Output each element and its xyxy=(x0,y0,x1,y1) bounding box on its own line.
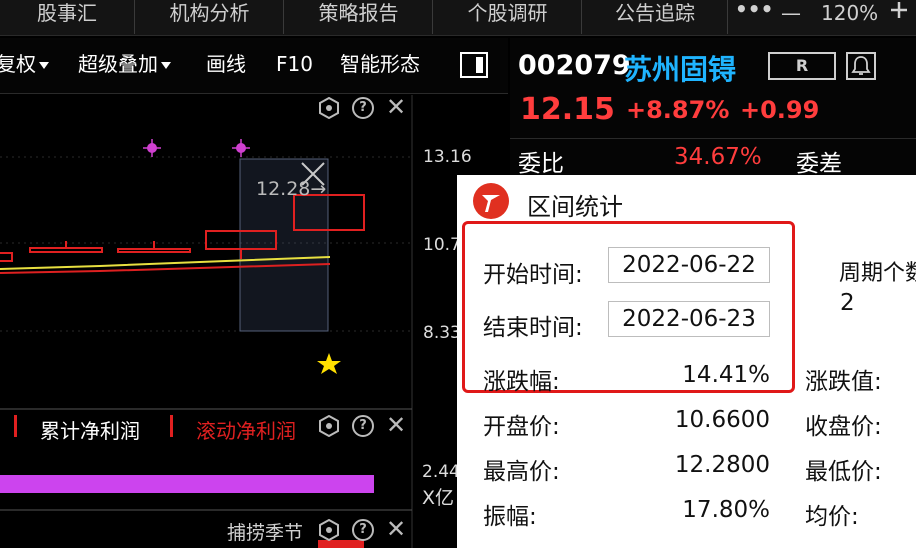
range-high-label: 12.28→ xyxy=(256,178,327,200)
bottom-indicator-bar xyxy=(318,540,364,548)
smart-pattern-button[interactable]: 智能形态 xyxy=(340,51,420,77)
bid-ratio-row: 委比 34.67% 委差 xyxy=(510,138,916,177)
super-overlay-label: 超级叠加 xyxy=(78,52,158,76)
candle xyxy=(29,247,103,253)
bid-ratio-value: 34.67% xyxy=(674,144,762,170)
chevron-down-icon xyxy=(161,62,171,69)
close-price-label: 收盘价: xyxy=(805,414,882,440)
more-button[interactable]: ••• xyxy=(735,0,775,22)
price-axis-label: 10.7 xyxy=(423,235,461,255)
dialog-titlebar[interactable]: 区间统计 xyxy=(457,175,916,225)
plus-icon xyxy=(891,2,907,18)
price-axis-label: 13.16 xyxy=(423,147,472,167)
tab-gushihui[interactable]: 股事汇 xyxy=(0,0,135,34)
bell-icon xyxy=(851,56,871,75)
zoom-in-button[interactable] xyxy=(889,0,916,26)
settings-hex-icon[interactable] xyxy=(318,415,340,437)
change-amount-label: 涨跌值: xyxy=(805,369,882,395)
end-time-label: 结束时间: xyxy=(483,315,583,341)
low-price-label: 最低价: xyxy=(805,459,882,485)
help-icon[interactable]: ? xyxy=(352,415,374,437)
change-value: +0.99 xyxy=(740,96,820,124)
kline-chart-area[interactable]: ? ✕ 13.16 10.7 8.33 12.28→ 累计净利润 滚动净利润 ?… xyxy=(0,95,508,548)
period-count-label: 周期个数 xyxy=(839,261,916,286)
magenta-marker-rays xyxy=(143,139,250,157)
super-overlay-dropdown[interactable]: 超级叠加 xyxy=(78,51,171,77)
interval-stats-dialog: 区间统计 开始时间: 2022-06-22 结束时间: 2022-06-23 涨… xyxy=(457,175,916,548)
panel-toggle-icon[interactable] xyxy=(460,52,488,78)
fuquan-label: 复权 xyxy=(0,52,36,76)
r-button[interactable]: R xyxy=(768,52,836,80)
change-percent: +8.87% xyxy=(626,96,730,124)
open-price-label: 开盘价: xyxy=(483,414,560,440)
start-time-label: 开始时间: xyxy=(483,262,583,288)
f10-button[interactable]: F10 xyxy=(276,51,313,77)
magenta-marker-icon xyxy=(147,143,246,153)
lower-axis-value: 2.44 xyxy=(422,462,460,482)
candle xyxy=(117,248,191,253)
close-icon[interactable]: ✕ xyxy=(386,413,406,437)
help-icon[interactable]: ? xyxy=(352,519,374,541)
start-time-field[interactable]: 2022-06-22 xyxy=(608,247,770,283)
star-icon xyxy=(317,353,341,374)
legend-rolling-net-profit: 滚动净利润 xyxy=(196,419,296,443)
stock-name[interactable]: 苏州固锝 xyxy=(624,48,736,88)
amplitude-label: 振幅: xyxy=(483,504,537,530)
draw-line-button[interactable]: 画线 xyxy=(206,51,246,77)
high-price-label: 最高价: xyxy=(483,459,560,485)
top-tab-bar: 股事汇 机构分析 策略报告 个股调研 公告追踪 ••• — 120% xyxy=(0,0,916,36)
close-icon[interactable]: ✕ xyxy=(386,517,406,541)
avg-price-label: 均价: xyxy=(805,504,859,530)
alert-bell-button[interactable] xyxy=(846,52,876,80)
legend-cumulative-net-profit: 累计净利润 xyxy=(40,419,140,443)
bid-diff-label: 委差 xyxy=(796,151,842,177)
chart-toolbar: 复权 超级叠加 画线 F10 智能形态 xyxy=(0,38,508,94)
change-pct-value: 14.41% xyxy=(682,362,770,388)
tab-announcement-tracking[interactable]: 公告追踪 xyxy=(583,0,728,34)
lower-axis-unit: X亿 xyxy=(422,487,455,509)
app-logo-icon xyxy=(473,183,509,219)
stock-quote-header: 002079 苏州固锝 R 12.15 +8.87% +0.99 xyxy=(510,38,916,138)
bottom-panel-title: 捕捞季节 xyxy=(227,522,304,544)
stock-code: 002079 xyxy=(518,50,631,81)
legend-marker xyxy=(14,415,17,437)
high-price-value: 12.2800 xyxy=(674,452,770,478)
end-time-field[interactable]: 2022-06-23 xyxy=(608,301,770,337)
close-icon[interactable]: ✕ xyxy=(386,95,406,119)
bid-ratio-label: 委比 xyxy=(518,151,564,177)
fuquan-dropdown[interactable]: 复权 xyxy=(0,51,49,77)
tab-stock-research[interactable]: 个股调研 xyxy=(434,0,582,34)
dialog-title: 区间统计 xyxy=(527,193,623,221)
tab-institution-analysis[interactable]: 机构分析 xyxy=(136,0,284,34)
candle xyxy=(0,252,13,262)
current-price: 12.15 xyxy=(520,92,615,127)
zoom-out-button[interactable]: — xyxy=(781,0,811,26)
legend-marker xyxy=(170,415,173,437)
amplitude-value: 17.80% xyxy=(682,497,770,523)
help-icon[interactable]: ? xyxy=(352,97,374,119)
change-pct-label: 涨跌幅: xyxy=(483,369,560,395)
period-count-value: 2 xyxy=(840,290,855,316)
open-price-value: 10.6600 xyxy=(674,407,770,433)
chevron-down-icon xyxy=(39,62,49,69)
settings-hex-icon[interactable] xyxy=(318,519,340,541)
tab-strategy-report[interactable]: 策略报告 xyxy=(285,0,433,34)
price-axis-label: 8.33 xyxy=(423,323,461,343)
settings-hex-icon[interactable] xyxy=(318,97,340,119)
net-profit-bar xyxy=(0,475,374,493)
